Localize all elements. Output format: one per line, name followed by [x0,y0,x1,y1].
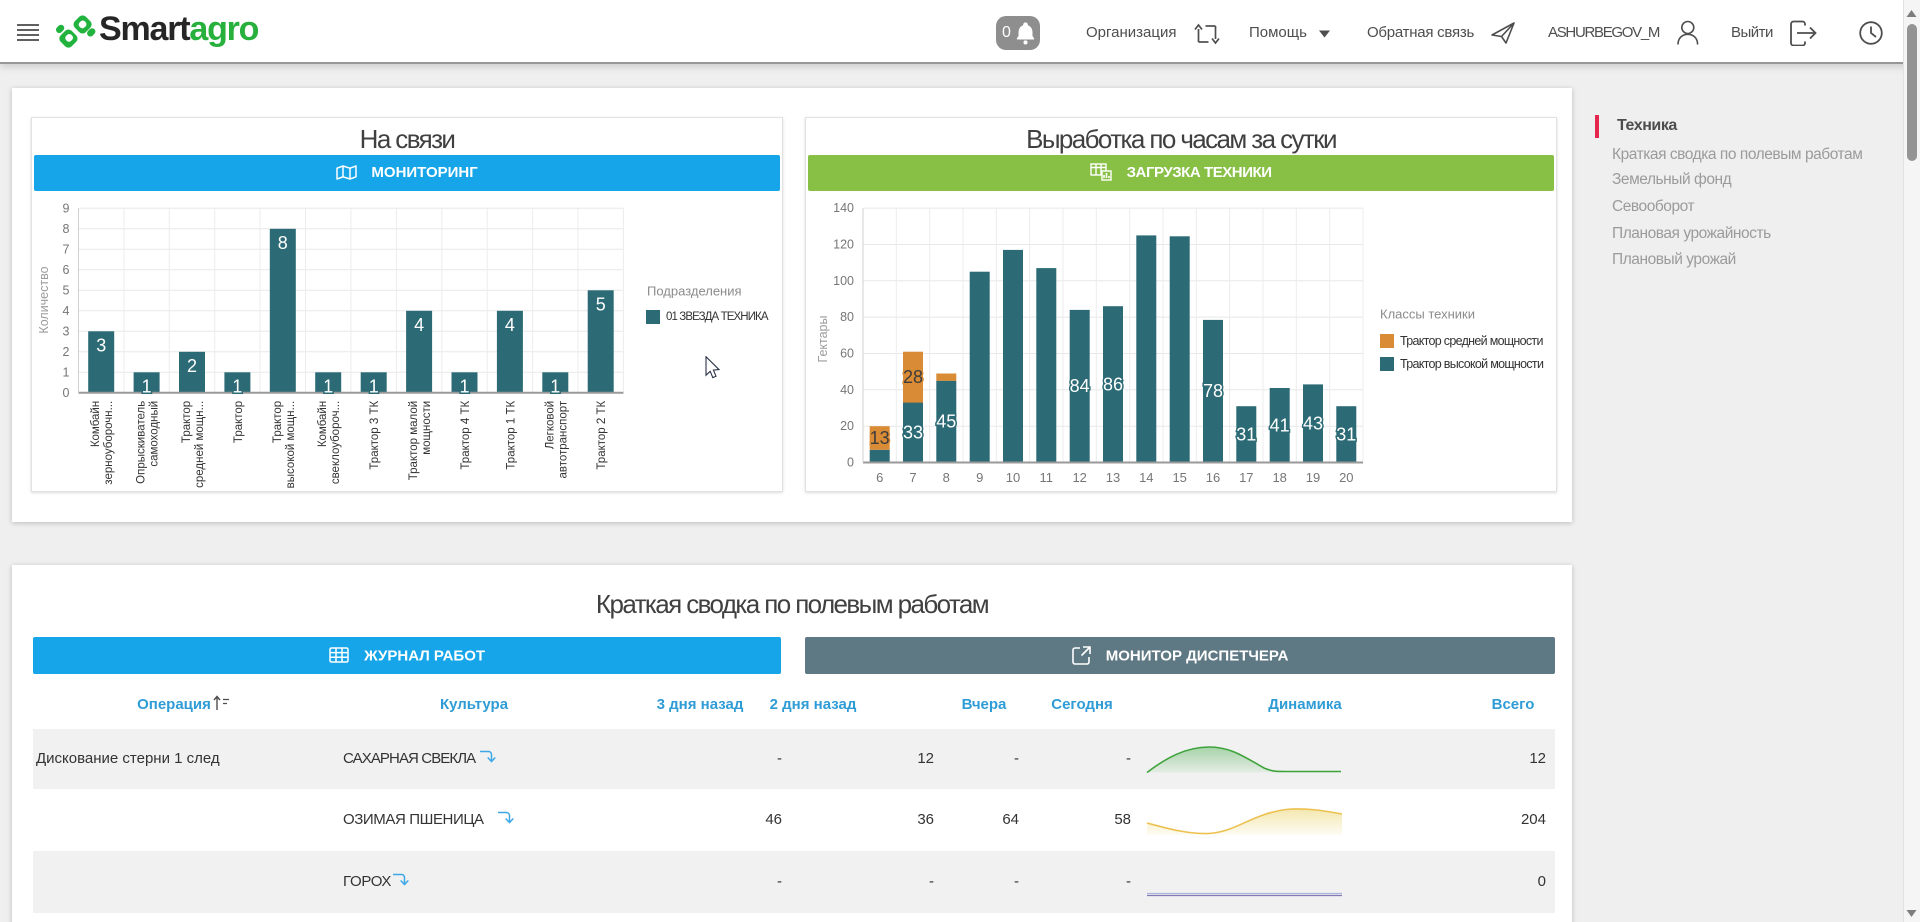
svg-text:84: 84 [1070,376,1090,396]
svg-text:41: 41 [1270,415,1290,435]
svg-text:15: 15 [1172,470,1186,485]
svg-text:3: 3 [96,335,106,355]
svg-text:1: 1 [369,376,379,396]
svg-text:12: 12 [1072,470,1086,485]
svg-text:14: 14 [1139,470,1153,485]
svg-text:1: 1 [459,376,469,396]
svg-text:Комбайнзерноуборочн...: Комбайнзерноуборочн... [90,401,115,485]
svg-text:3: 3 [63,324,70,338]
svg-text:Комбайнсвеклоубороч...: Комбайнсвеклоубороч... [317,401,342,484]
svg-text:Трактор высокой мощности: Трактор высокой мощности [1400,357,1544,371]
svg-text:Трактор 4 ТК: Трактор 4 ТК [460,401,472,470]
svg-text:Трактор 3 ТК: Трактор 3 ТК [369,401,381,470]
svg-text:Тракторсредней мощн...: Тракторсредней мощн... [181,401,206,488]
svg-text:Легковойавтотранспорт: Легковойавтотранспорт [544,400,569,478]
svg-text:1: 1 [323,376,333,396]
svg-text:8: 8 [278,233,288,253]
svg-text:60: 60 [840,347,854,361]
svg-text:11: 11 [1040,470,1054,485]
svg-text:Трактор средней мощности: Трактор средней мощности [1400,334,1543,348]
svg-text:1: 1 [142,376,152,396]
svg-text:9: 9 [63,201,70,215]
svg-text:18: 18 [1272,470,1286,485]
svg-text:Классы техники: Классы техники [1380,307,1475,322]
svg-text:45: 45 [936,412,956,432]
svg-text:6: 6 [63,263,70,277]
svg-text:Гектары: Гектары [816,316,830,363]
svg-text:7: 7 [909,470,916,485]
svg-text:Подразделения: Подразделения [647,284,742,299]
svg-text:7: 7 [63,242,70,256]
svg-text:2: 2 [187,356,197,376]
svg-text:Тракторвысокой мощн...: Тракторвысокой мощн... [272,401,297,489]
svg-text:40: 40 [840,383,854,397]
svg-text:13: 13 [870,428,890,448]
svg-text:80: 80 [840,310,854,324]
svg-text:19: 19 [1306,470,1320,485]
svg-text:100: 100 [833,274,854,288]
svg-text:6: 6 [876,470,883,485]
svg-text:Трактор: Трактор [233,401,245,443]
svg-text:20: 20 [840,419,854,433]
svg-text:Опрыскивательсамоходный: Опрыскивательсамоходный [136,401,161,484]
svg-text:9: 9 [976,470,983,485]
svg-text:31: 31 [1336,424,1356,444]
svg-text:Трактор малоймощности: Трактор малоймощности [408,401,433,480]
svg-text:4: 4 [63,304,70,318]
svg-text:86: 86 [1103,374,1123,394]
svg-text:1: 1 [63,365,70,379]
svg-text:4: 4 [505,315,515,335]
svg-text:1: 1 [232,376,242,396]
svg-text:4: 4 [414,315,424,335]
svg-text:31: 31 [1236,424,1256,444]
svg-text:20: 20 [1339,470,1353,485]
svg-text:8: 8 [943,470,950,485]
svg-text:0: 0 [63,386,70,400]
svg-text:5: 5 [596,294,606,314]
svg-text:Трактор 1 ТК: Трактор 1 ТК [505,401,517,470]
svg-text:78: 78 [1203,381,1223,401]
svg-text:Трактор 2 ТК: Трактор 2 ТК [596,401,608,470]
svg-text:13: 13 [1106,470,1120,485]
svg-text:2: 2 [63,345,70,359]
svg-text:140: 140 [833,201,854,215]
svg-text:01 ЗВЕЗДА ТЕХНИКА: 01 ЗВЕЗДА ТЕХНИКА [666,311,769,323]
svg-text:0: 0 [847,456,854,470]
svg-text:28: 28 [903,367,923,387]
svg-text:33: 33 [903,423,923,443]
svg-text:10: 10 [1006,470,1020,485]
svg-text:43: 43 [1303,413,1323,433]
svg-text:5: 5 [63,283,70,297]
svg-text:16: 16 [1206,470,1220,485]
svg-text:8: 8 [63,222,70,236]
svg-text:Количество: Количество [37,266,51,333]
svg-text:17: 17 [1239,470,1253,485]
svg-text:120: 120 [833,238,854,252]
svg-text:1: 1 [550,376,560,396]
